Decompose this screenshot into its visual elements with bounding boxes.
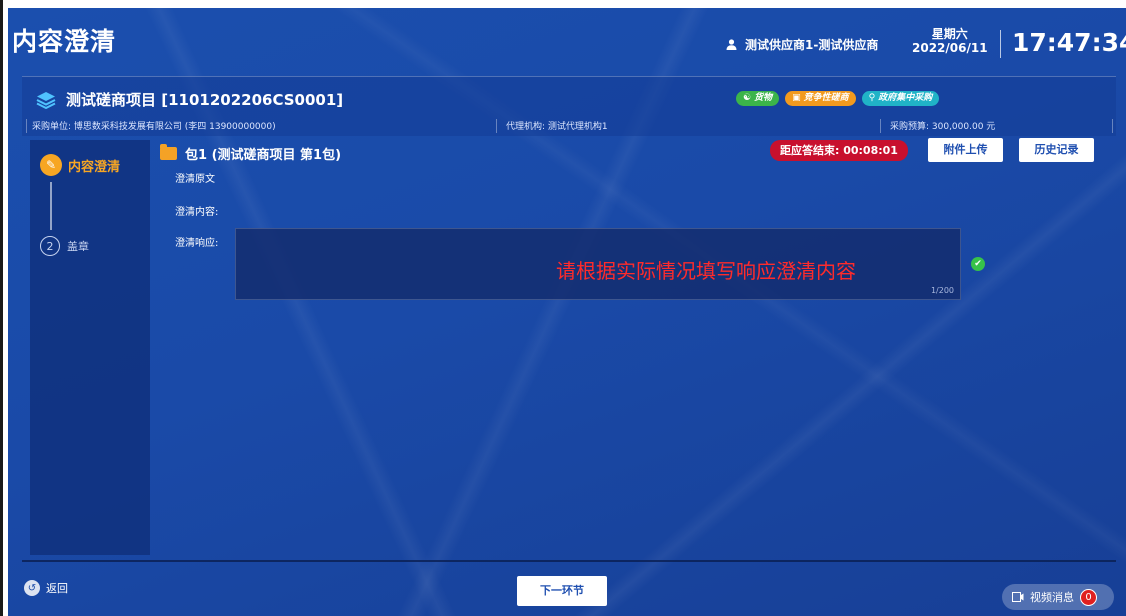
clock: 17:47:34 xyxy=(1012,28,1126,57)
step-seal[interactable]: 2 盖章 xyxy=(40,236,89,256)
budget-info: 采购预算: 300,000.00 元 xyxy=(890,122,996,132)
attachment-upload-button[interactable]: 附件上传 xyxy=(928,138,1003,162)
app-header: 内容澄清 测试供应商1-测试供应商 星期六 2022/06/11 17:47:3… xyxy=(8,8,1126,70)
video-count-badge: 0 xyxy=(1080,588,1097,606)
user-icon xyxy=(726,39,737,50)
video-message-button[interactable]: 视频消息 0 xyxy=(1002,584,1114,610)
info-divider xyxy=(880,119,881,133)
location-pin-icon: ⚲ xyxy=(868,93,876,103)
package-title: 包1 (测试磋商项目 第1包) xyxy=(160,144,341,163)
project-panel: 测试磋商项目 [1101202206CS0001] ☯ 货物 ▣ 竞争性磋商 ⚲… xyxy=(22,76,1116,136)
date: 2022/06/11 xyxy=(912,41,988,55)
current-user[interactable]: 测试供应商1-测试供应商 xyxy=(726,36,878,53)
time-divider xyxy=(1000,30,1001,58)
project-name: 测试磋商项目 [1101202206CS0001] xyxy=(66,91,344,109)
user-name: 测试供应商1-测试供应商 xyxy=(745,38,879,52)
layers-icon xyxy=(36,91,56,109)
package-name: 包1 (测试磋商项目 第1包) xyxy=(185,148,342,163)
purchaser-info: 采购单位: 博思数采科技发展有限公司 (李四 13900000000) xyxy=(32,122,276,132)
history-button[interactable]: 历史记录 xyxy=(1019,138,1094,162)
project-title: 测试磋商项目 [1101202206CS0001] xyxy=(36,89,343,110)
video-icon xyxy=(1012,592,1024,602)
project-tags: ☯ 货物 ▣ 竞争性磋商 ⚲ 政府集中采购 xyxy=(736,91,940,106)
video-label: 视频消息 xyxy=(1030,591,1074,604)
countdown-badge: 距应答结束: 00:08:01 xyxy=(770,140,908,161)
project-info-row: 采购单位: 博思数采科技发展有限公司 (李四 13900000000) 代理机构… xyxy=(22,119,1116,133)
page-title: 内容澄清 xyxy=(12,27,117,56)
response-placeholder: 请根据实际情况填写响应澄清内容 xyxy=(556,259,856,283)
pencil-icon: ✎ xyxy=(40,154,62,176)
info-divider xyxy=(1112,119,1113,133)
step-sidebar: ✎ 内容澄清 2 盖章 xyxy=(30,140,150,555)
next-step-button[interactable]: 下一环节 xyxy=(517,576,607,606)
weekday: 星期六 xyxy=(931,27,968,41)
info-divider xyxy=(496,119,497,133)
date-display: 星期六 2022/06/11 xyxy=(912,27,988,55)
step-content-clarification[interactable]: ✎ 内容澄清 xyxy=(40,154,120,176)
briefcase-icon: ▣ xyxy=(792,93,801,103)
tag-method: ▣ 竞争性磋商 xyxy=(785,91,856,106)
window-left-edge xyxy=(0,0,3,616)
tag-goods: ☯ 货物 xyxy=(736,91,780,106)
folder-icon xyxy=(160,144,177,160)
response-label: 澄清响应: xyxy=(175,238,219,249)
step-label: 内容澄清 xyxy=(68,159,121,175)
goods-icon: ☯ xyxy=(743,93,752,103)
check-icon: ✔ xyxy=(971,257,985,271)
footer-divider xyxy=(22,560,1116,562)
response-textarea[interactable]: 请根据实际情况填写响应澄清内容 1/200 xyxy=(235,228,961,300)
info-divider xyxy=(26,119,27,133)
back-label: 返回 xyxy=(46,582,68,595)
back-button[interactable]: ↺ 返回 xyxy=(24,580,68,596)
back-arrow-icon: ↺ xyxy=(24,580,40,596)
app-screen: 内容澄清 测试供应商1-测试供应商 星期六 2022/06/11 17:47:3… xyxy=(8,8,1126,616)
step-label: 盖章 xyxy=(67,240,89,253)
char-counter: 1/200 xyxy=(930,286,954,295)
tag-procurement-type: ⚲ 政府集中采购 xyxy=(861,91,940,106)
original-label: 澄清原文 xyxy=(175,174,215,185)
step-number: 2 xyxy=(40,236,60,256)
agency-info: 代理机构: 测试代理机构1 xyxy=(506,122,608,132)
step-connector xyxy=(50,182,52,230)
content-label: 澄清内容: xyxy=(175,207,219,218)
